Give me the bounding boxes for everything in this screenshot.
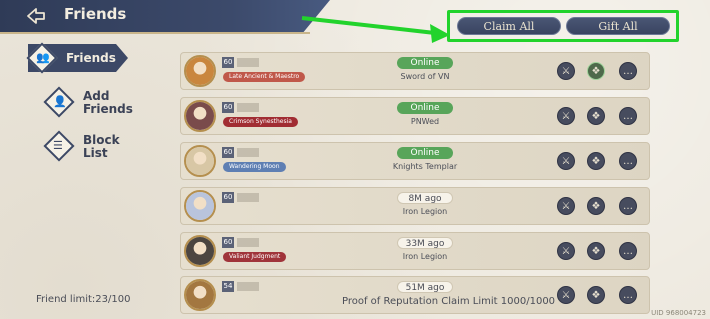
title-badge: Wandering Moon	[223, 162, 286, 172]
page-title: Friends	[64, 5, 127, 23]
title-badge: Late Ancient & Maestro	[223, 72, 306, 82]
gift-icon[interactable]: ❖	[587, 62, 605, 80]
sidebar-item-label: Add Friends	[83, 89, 133, 116]
friend-row[interactable]: 54 51M ago ⚔ ❖ …	[180, 276, 650, 314]
level-badge: 54	[222, 281, 234, 292]
gift-icon[interactable]: ❖	[587, 286, 605, 304]
avatar[interactable]	[184, 100, 216, 132]
sidebar-item-label: Block List	[83, 133, 120, 160]
duel-icon[interactable]: ⚔	[557, 242, 575, 260]
friend-row[interactable]: 60 Wandering Moon Online Knights Templar ⚔ ❖ …	[180, 142, 650, 180]
gift-icon[interactable]: ❖	[587, 107, 605, 125]
status-badge: Online	[397, 147, 453, 159]
level-badge: 60	[222, 237, 234, 248]
avatar[interactable]	[184, 279, 216, 311]
player-name-redacted	[237, 58, 259, 67]
friend-row[interactable]: 60 Crimson Synesthesia Online PNWed ⚔ ❖ …	[180, 97, 650, 135]
level-badge: 60	[222, 192, 234, 203]
player-name-redacted	[237, 148, 259, 157]
guild-name: Iron Legion	[402, 207, 448, 216]
player-name-redacted	[237, 193, 259, 202]
reputation-limit: Proof of Reputation Claim Limit 1000/100…	[342, 296, 556, 307]
guild-name: Knights Templar	[392, 162, 458, 171]
status-badge: Online	[397, 102, 453, 114]
friend-limit: Friend limit:23/100	[36, 294, 131, 305]
avatar[interactable]	[184, 235, 216, 267]
header-bar	[0, 0, 330, 32]
friend-row[interactable]: 60 8M ago Iron Legion ⚔ ❖ …	[180, 187, 650, 225]
annotation-arrow	[301, 16, 450, 43]
guild-name: Sword of VN	[400, 72, 450, 81]
avatar[interactable]	[184, 190, 216, 222]
player-name-redacted	[237, 238, 259, 247]
status-badge: 33M ago	[397, 237, 453, 249]
status-badge: Online	[397, 57, 453, 69]
avatar[interactable]	[184, 145, 216, 177]
chat-icon[interactable]: …	[619, 107, 637, 125]
guild-name: Iron Legion	[402, 252, 448, 261]
add-friend-icon: 👤	[53, 95, 67, 108]
block-list-icon: ☰	[53, 139, 63, 152]
duel-icon[interactable]: ⚔	[557, 152, 575, 170]
friend-row[interactable]: 60 Late Ancient & Maestro Online Sword of V…	[180, 52, 650, 90]
chat-icon[interactable]: …	[619, 242, 637, 260]
duel-icon[interactable]: ⚔	[557, 197, 575, 215]
status-badge: 8M ago	[397, 192, 453, 204]
duel-icon[interactable]: ⚔	[557, 107, 575, 125]
gift-icon[interactable]: ❖	[587, 197, 605, 215]
avatar[interactable]	[184, 55, 216, 87]
gift-icon[interactable]: ❖	[587, 152, 605, 170]
claim-all-button[interactable]: Claim All	[457, 17, 561, 35]
sidebar-item-label: Friends	[66, 51, 116, 65]
guild-name: PNWed	[410, 117, 440, 126]
friend-row[interactable]: 60 Valiant Judgment 33M ago Iron Legion ⚔ ❖ …	[180, 232, 650, 270]
level-badge: 60	[222, 57, 234, 68]
chat-icon[interactable]: …	[619, 197, 637, 215]
status-badge: 51M ago	[397, 281, 453, 293]
duel-icon[interactable]: ⚔	[557, 62, 575, 80]
gift-icon[interactable]: ❖	[587, 242, 605, 260]
chat-icon[interactable]: …	[619, 152, 637, 170]
gift-all-button[interactable]: Gift All	[566, 17, 670, 35]
title-badge: Crimson Synesthesia	[223, 117, 298, 127]
user-id: UID 968004723	[651, 309, 706, 317]
level-badge: 60	[222, 102, 234, 113]
chat-icon[interactable]: …	[619, 62, 637, 80]
duel-icon[interactable]: ⚔	[557, 286, 575, 304]
title-badge: Valiant Judgment	[223, 252, 287, 262]
level-badge: 60	[222, 147, 234, 158]
player-name-redacted	[237, 103, 259, 112]
header-divider	[0, 32, 310, 34]
friends-icon: 👥	[36, 51, 50, 64]
chat-icon[interactable]: …	[619, 286, 637, 304]
player-name-redacted	[237, 282, 259, 291]
back-arrow-icon[interactable]	[26, 7, 46, 25]
